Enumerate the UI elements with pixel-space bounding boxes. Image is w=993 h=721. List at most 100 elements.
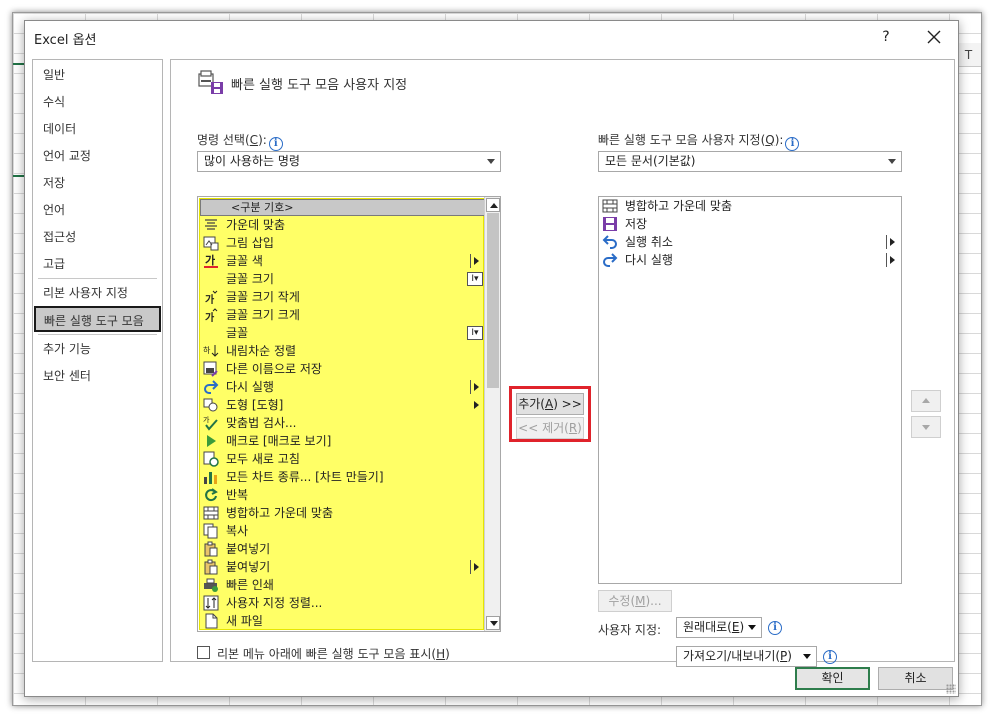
list-item[interactable]: 다른 이름으로 저장	[200, 360, 485, 378]
redo-icon	[603, 253, 618, 267]
sidebar-item-advanced[interactable]: 고급	[33, 251, 162, 277]
undo-icon	[602, 235, 617, 249]
sidebar-item-general[interactable]: 일반	[33, 62, 162, 88]
list-item-label: 사용자 지정 정렬...	[226, 596, 323, 610]
customize-qat-dropdown[interactable]: 모든 문서(기본값)	[598, 151, 902, 172]
scroll-up-button[interactable]	[486, 198, 500, 212]
list-item[interactable]: 실행 취소	[599, 233, 901, 251]
chevron-up-icon	[922, 398, 930, 403]
move-up-button[interactable]	[911, 390, 941, 412]
list-item-label: 모든 차트 종류... [차트 만들기]	[226, 470, 384, 484]
choose-commands-dropdown[interactable]: 많이 사용하는 명령	[197, 151, 501, 172]
info-icon[interactable]: i	[785, 137, 800, 151]
shapes-icon	[203, 398, 218, 412]
options-sidebar: 일반 수식 데이터 언어 교정 저장 언어 접근성 고급 리본 사용자 지정 빠…	[32, 59, 163, 662]
sidebar-item-save[interactable]: 저장	[33, 170, 162, 196]
close-icon	[927, 30, 941, 44]
move-down-button[interactable]	[911, 416, 941, 438]
sidebar-item-add-ins[interactable]: 추가 기능	[33, 336, 162, 362]
close-button[interactable]	[922, 25, 946, 49]
chart-icon	[204, 472, 217, 484]
list-item[interactable]: 가운데 맞춤	[200, 216, 485, 234]
import-export-dropdown[interactable]: 가져오기/내보내기(P)	[676, 646, 817, 667]
resize-grip[interactable]	[946, 684, 956, 694]
info-icon[interactable]: i	[768, 621, 782, 635]
list-item[interactable]: 반복	[200, 486, 485, 504]
list-item-label: 글꼴 크기 크게	[226, 308, 300, 322]
list-item-label: 반복	[226, 488, 249, 502]
paste-icon	[204, 559, 218, 575]
ok-button[interactable]: 확인	[795, 667, 870, 690]
svg-text:가: 가	[205, 253, 215, 267]
cancel-button[interactable]: 취소	[878, 667, 953, 690]
list-item[interactable]: 빠른 인쇄	[200, 576, 485, 594]
list-item[interactable]: 새 파일	[200, 612, 485, 630]
modify-button[interactable]: 수정(M)...	[598, 590, 672, 612]
sidebar-item-proofing[interactable]: 언어 교정	[33, 143, 162, 169]
scroll-down-button[interactable]	[486, 616, 500, 630]
choose-label-text: 명령 선택(	[197, 133, 250, 147]
info-icon[interactable]: i	[268, 137, 283, 151]
repeat-icon	[205, 488, 218, 502]
merge-center-icon	[602, 199, 618, 213]
help-button[interactable]: ?	[876, 27, 896, 47]
info-icon[interactable]: i	[823, 650, 837, 664]
list-item[interactable]: 가 글꼴 크기 크게	[200, 306, 485, 324]
sidebar-item-formulas[interactable]: 수식	[33, 89, 162, 115]
list-item[interactable]: 도형 [도형]	[200, 396, 485, 414]
commands-scrollbar[interactable]	[484, 197, 500, 631]
scroll-thumb[interactable]	[487, 213, 499, 388]
reset-dropdown[interactable]: 원래대로(E)	[676, 617, 762, 638]
sidebar-item-quick-access-toolbar[interactable]: 빠른 실행 도구 모음	[34, 306, 161, 332]
sidebar-item-accessibility[interactable]: 접근성	[33, 224, 162, 250]
list-item[interactable]: 그림 삽입	[200, 234, 485, 252]
list-item[interactable]: 병합하고 가운데 맞춤	[200, 504, 485, 522]
list-item[interactable]: 다시 실행	[599, 251, 901, 269]
list-item-label: 복사	[226, 524, 249, 538]
sidebar-item-language[interactable]: 언어	[33, 197, 162, 223]
chevron-right-icon	[890, 256, 895, 264]
list-item-label: 도형 [도형]	[226, 398, 284, 412]
customize-qat-label: 빠른 실행 도구 모음 사용자 지정(Q): i	[598, 131, 800, 151]
section-title: 빠른 실행 도구 모음 사용자 지정	[231, 78, 408, 93]
add-button[interactable]: 추가(A) >>	[516, 393, 584, 415]
list-item[interactable]: 글꼴 I▾	[200, 324, 485, 342]
list-item[interactable]: 가 맞춤법 검사...	[200, 414, 485, 432]
list-item-label: 병합하고 가운데 맞춤	[226, 506, 333, 520]
merge-center-icon	[203, 506, 219, 520]
list-item[interactable]: 가 글꼴 색	[200, 252, 485, 270]
list-item[interactable]: 모든 차트 종류... [차트 만들기]	[200, 468, 485, 486]
chevron-right-icon	[474, 401, 479, 409]
list-item[interactable]: 다시 실행	[200, 378, 485, 396]
sidebar-divider	[38, 334, 157, 335]
dialog-title: Excel 옵션	[34, 33, 97, 48]
list-item-label: 글꼴	[226, 326, 249, 340]
list-item[interactable]: 매크로 [매크로 보기]	[200, 432, 485, 450]
list-item-label: 그림 삽입	[226, 236, 274, 250]
list-item-label: 붙여넣기	[226, 560, 271, 574]
list-item[interactable]: 모두 새로 고침	[200, 450, 485, 468]
list-item-separator[interactable]: <구분 기호>	[200, 199, 485, 216]
list-item[interactable]: 붙여넣기	[200, 558, 485, 576]
list-item[interactable]: 하 내림차순 정렬	[200, 342, 485, 360]
list-item[interactable]: 사용자 지정 정렬...	[200, 594, 485, 612]
copy-icon	[203, 523, 218, 539]
commands-list[interactable]: <구분 기호> 가운데 맞춤 그림 삽입 가 글꼴 색 글꼴 크기 I▾ 가 글…	[197, 196, 501, 632]
list-item[interactable]: 붙여넣기	[200, 540, 485, 558]
sidebar-item-trust-center[interactable]: 보안 센터	[33, 363, 162, 389]
customizations-label: 사용자 지정:	[598, 623, 662, 637]
list-item-label: 저장	[625, 217, 648, 231]
list-item[interactable]: 복사	[200, 522, 485, 540]
list-item[interactable]: 글꼴 크기 I▾	[200, 270, 485, 288]
remove-button[interactable]: << 제거(R)	[516, 417, 584, 439]
list-item[interactable]: 가 글꼴 크기 작게	[200, 288, 485, 306]
add-key: A	[544, 397, 554, 411]
show-below-ribbon-checkbox[interactable]	[197, 646, 210, 659]
sidebar-item-data[interactable]: 데이터	[33, 116, 162, 142]
list-item[interactable]: 병합하고 가운데 맞춤	[599, 197, 901, 215]
qat-commands-list[interactable]: 병합하고 가운데 맞춤 저장 실행 취소 다시 실행	[598, 196, 902, 584]
submenu-divider	[470, 560, 471, 574]
sidebar-item-customize-ribbon[interactable]: 리본 사용자 지정	[33, 280, 162, 306]
list-item[interactable]: 저장	[599, 215, 901, 233]
choose-commands-value: 많이 사용하는 명령	[204, 154, 300, 168]
